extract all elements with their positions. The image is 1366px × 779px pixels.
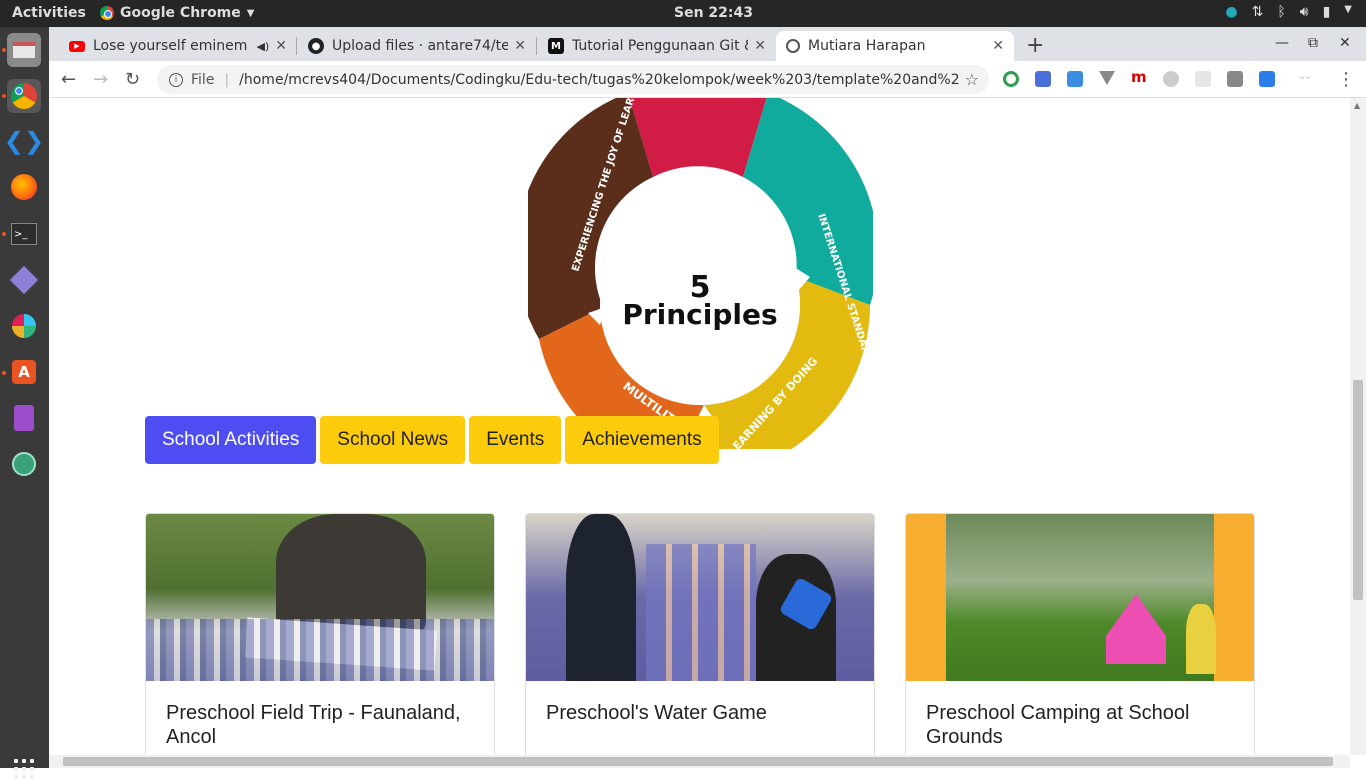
activities-button[interactable]: Activities xyxy=(12,5,86,21)
extension-icon[interactable]: ∽∽ xyxy=(1299,74,1315,90)
tab-github[interactable]: ● Upload files · antare74/te ✕ xyxy=(298,31,536,61)
ubuntu-dock: ❮❯ >_ A xyxy=(0,27,49,779)
show-applications-icon[interactable] xyxy=(14,759,34,779)
minimize-button[interactable]: — xyxy=(1275,35,1289,51)
clock[interactable]: Sen 22:43 xyxy=(674,5,753,21)
extension-icon[interactable] xyxy=(1035,71,1051,87)
page-viewport: 5 Principles EXPERIENCING THE JOY OF LEA… xyxy=(49,98,1366,755)
paw-icon[interactable]: ● xyxy=(1225,4,1237,20)
principles-title: Principles xyxy=(622,298,777,331)
extension-icon[interactable] xyxy=(1003,71,1019,87)
url-text[interactable]: /home/mcrevs404/Documents/Codingku/Edu-t… xyxy=(239,72,959,88)
system-top-bar: Activities Google Chrome ▼ Sen 22:43 ● ⇅… xyxy=(0,0,1366,27)
tab-events[interactable]: Events xyxy=(469,416,562,464)
battery-icon[interactable]: ▮ xyxy=(1323,4,1331,20)
software-center-icon[interactable]: A xyxy=(7,355,41,389)
scroll-up-icon[interactable]: ▲ xyxy=(1354,101,1360,110)
category-tabs: School Activities School News Events Ach… xyxy=(145,416,719,464)
download-icon[interactable] xyxy=(1259,71,1275,87)
forward-button[interactable]: → xyxy=(93,69,108,90)
tab-mutiara-harapan[interactable]: Mutiara Harapan ✕ xyxy=(776,31,1014,61)
maximize-button[interactable]: ⧉ xyxy=(1308,35,1318,51)
activity-card[interactable]: Preschool's Water Game xyxy=(525,513,875,755)
close-icon[interactable]: ✕ xyxy=(514,38,526,54)
app-menu[interactable]: Google Chrome ▼ xyxy=(100,5,254,21)
address-bar[interactable]: i File | /home/mcrevs404/Documents/Codin… xyxy=(157,65,989,94)
speaker-icon[interactable]: ◀) xyxy=(257,40,270,53)
extension-icon[interactable] xyxy=(1163,71,1179,87)
horizontal-scrollbar[interactable] xyxy=(49,755,1350,768)
translate-icon[interactable] xyxy=(1227,71,1243,87)
card-image[interactable] xyxy=(526,514,874,681)
database-icon[interactable] xyxy=(7,401,41,435)
tab-school-activities[interactable]: School Activities xyxy=(145,416,317,464)
card-image[interactable] xyxy=(906,514,1254,681)
volume-icon[interactable]: 🔊︎ xyxy=(1300,4,1309,20)
tab-title: Mutiara Harapan xyxy=(808,38,926,54)
card-title[interactable]: Preschool's Water Game xyxy=(526,681,874,725)
github-icon: ● xyxy=(308,38,324,54)
firefox-icon[interactable] xyxy=(7,170,41,204)
chrome-icon xyxy=(100,6,114,20)
extension-icon[interactable] xyxy=(1067,71,1083,87)
close-icon[interactable]: ✕ xyxy=(275,38,287,54)
tab-medium[interactable]: M Tutorial Penggunaan Git & ✕ xyxy=(538,31,776,61)
chevron-down-icon[interactable]: ▼ xyxy=(1344,4,1352,20)
youtube-icon: ▶ xyxy=(69,40,85,52)
url-scheme: File xyxy=(191,71,215,88)
tab-title: Upload files · antare74/te xyxy=(332,38,509,54)
vscode-icon[interactable]: ❮❯ xyxy=(4,124,44,158)
reload-button[interactable]: ↻ xyxy=(125,69,140,90)
network-icon[interactable]: ⇅ xyxy=(1252,4,1264,20)
info-icon[interactable]: i xyxy=(169,72,183,87)
slack-icon[interactable] xyxy=(7,309,41,343)
atom-icon[interactable] xyxy=(7,447,41,481)
diamond-app-icon[interactable] xyxy=(7,263,41,297)
tab-achievements[interactable]: Achievements xyxy=(565,416,719,464)
chrome-dock-icon[interactable] xyxy=(7,79,41,113)
vertical-scrollbar[interactable]: ▲ xyxy=(1350,98,1366,755)
close-icon[interactable]: ✕ xyxy=(754,38,766,54)
tab-strip: ▶ Lose yourself eminem ◀) ✕ ● Upload fil… xyxy=(49,27,1366,61)
activity-card[interactable]: Preschool Field Trip - Faunaland, Ancol xyxy=(145,513,495,755)
card-title[interactable]: Preschool Field Trip - Faunaland, Ancol xyxy=(146,681,494,749)
close-window-button[interactable]: ✕ xyxy=(1339,35,1351,51)
tab-school-news[interactable]: School News xyxy=(320,416,466,464)
extension-icon[interactable]: m xyxy=(1131,68,1147,86)
scrollbar-thumb[interactable] xyxy=(63,757,1333,766)
scrollbar-thumb[interactable] xyxy=(1353,380,1363,600)
activity-card[interactable]: Preschool Camping at School Grounds xyxy=(905,513,1255,755)
extension-icon[interactable] xyxy=(1195,71,1211,87)
system-tray[interactable]: ● ⇅ ᛒ 🔊︎ ▮ ▼ xyxy=(1225,4,1352,20)
files-icon[interactable] xyxy=(7,33,41,67)
bluetooth-icon[interactable]: ᛒ xyxy=(1277,4,1285,20)
tab-title: Tutorial Penggunaan Git & xyxy=(572,38,749,54)
vue-icon[interactable] xyxy=(1099,71,1115,85)
medium-icon: M xyxy=(548,38,564,54)
new-tab-button[interactable]: + xyxy=(1026,33,1044,58)
app-menu-label: Google Chrome xyxy=(120,5,241,21)
five-principles-graphic: 5 Principles EXPERIENCING THE JOY OF LEA… xyxy=(528,98,873,449)
browser-toolbar: ← → ↻ i File | /home/mcrevs404/Documents… xyxy=(49,61,1366,98)
card-image[interactable] xyxy=(146,514,494,681)
close-icon[interactable]: ✕ xyxy=(992,38,1004,54)
chevron-down-icon: ▼ xyxy=(246,7,255,19)
globe-icon xyxy=(786,39,800,53)
tab-title: Lose yourself eminem xyxy=(93,38,248,54)
terminal-icon[interactable]: >_ xyxy=(7,217,41,251)
chrome-menu-icon[interactable]: ⋮ xyxy=(1337,69,1355,90)
bookmark-star-icon[interactable]: ☆ xyxy=(965,70,979,89)
back-button[interactable]: ← xyxy=(61,69,76,90)
tab-youtube[interactable]: ▶ Lose yourself eminem ◀) ✕ xyxy=(59,31,297,61)
card-title[interactable]: Preschool Camping at School Grounds xyxy=(906,681,1254,749)
